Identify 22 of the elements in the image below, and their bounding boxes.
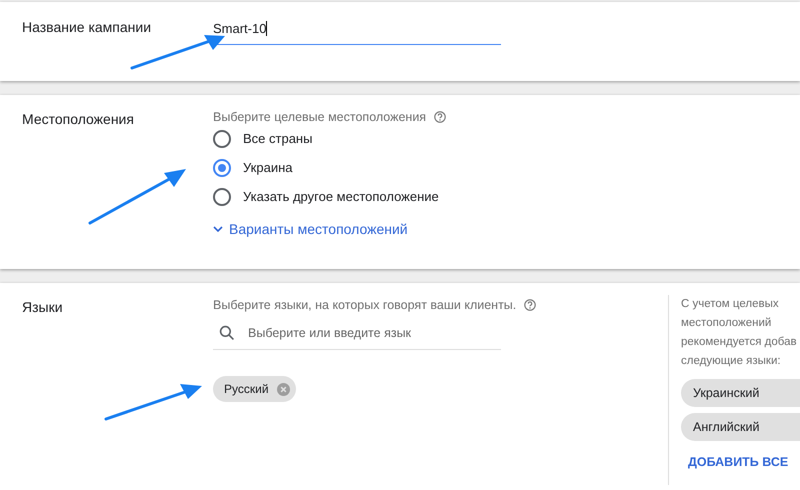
option-label[interactable]: Все страны — [243, 131, 312, 146]
section-label: Название кампании — [22, 19, 152, 35]
radio-button[interactable] — [213, 158, 231, 176]
location-options-link[interactable]: Варианты местоположений — [229, 221, 408, 237]
language-chip[interactable]: Русский — [213, 376, 296, 402]
section-label: Местоположения — [22, 111, 134, 127]
suggested-language-chip[interactable]: Украинский — [681, 379, 800, 407]
help-icon[interactable] — [434, 111, 446, 123]
text-cursor — [266, 21, 268, 36]
recommendation-text: С учетом целевых местоположений рекомендуется добав следующие языки: — [681, 297, 798, 369]
help-icon[interactable] — [524, 299, 536, 311]
option-label[interactable]: Указать другое местоположение — [243, 189, 439, 204]
option-label[interactable]: Украина — [243, 160, 292, 175]
chevron-down-icon[interactable] — [213, 226, 223, 232]
prompt-text: Выберите целевые местоположения — [213, 110, 426, 124]
section-label: Языки — [22, 299, 63, 315]
prompt-text: Выберите языки, на которых говорят ваши клиенты. — [213, 298, 516, 312]
add-all-button[interactable]: ДОБАВИТЬ ВСЕ — [688, 455, 788, 469]
search-icon — [219, 325, 235, 341]
suggested-language-chip[interactable]: Английский — [681, 413, 800, 441]
radio-button[interactable] — [213, 130, 231, 148]
radio-button[interactable] — [213, 188, 231, 206]
